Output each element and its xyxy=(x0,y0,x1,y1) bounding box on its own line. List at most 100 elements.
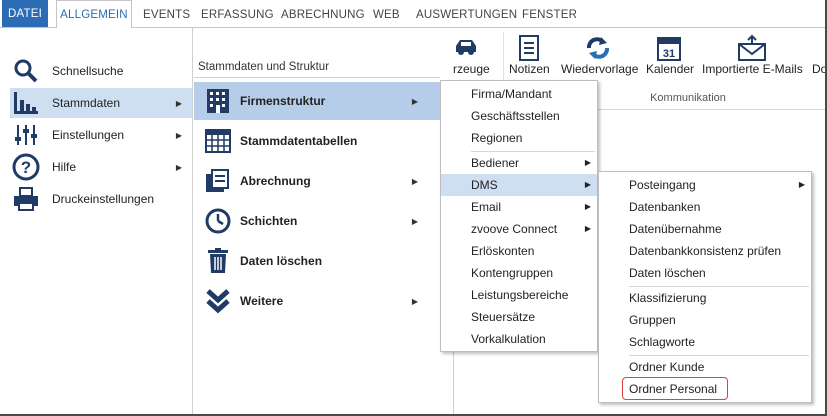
menu-item-regionen[interactable]: Regionen xyxy=(441,127,597,149)
chevron-right-icon: ▶ xyxy=(175,130,182,140)
sliders-icon xyxy=(10,121,42,149)
menu-item-schlagworte[interactable]: Schlagworte xyxy=(599,331,811,353)
sub-abrechnung[interactable]: Abrechnung ▶ xyxy=(194,162,440,200)
section-header: Stammdaten und Struktur xyxy=(194,56,440,78)
chevron-right-icon: ▶ xyxy=(175,162,182,172)
building-icon xyxy=(198,84,238,118)
chevron-right-icon: ▶ xyxy=(411,96,418,106)
sub-firmenstruktur[interactable]: Firmenstruktur ▶ xyxy=(194,82,440,120)
chevron-right-icon: ▶ xyxy=(798,180,805,189)
menu-label: DMS xyxy=(471,178,498,192)
group-kommunikation-label: Kommunikation xyxy=(650,92,726,104)
nav-schnellsuche[interactable]: Schnellsuche xyxy=(10,56,192,86)
sub-daten-loeschen[interactable]: Daten löschen xyxy=(194,242,440,280)
sub-label: Schichten xyxy=(240,214,298,228)
nav-label: Einstellungen xyxy=(52,128,125,142)
sub-label: Weitere xyxy=(240,294,284,308)
nav-stammdaten[interactable]: Stammdaten ▶ xyxy=(10,88,192,118)
notes-icon xyxy=(516,34,542,65)
highlight-annotation xyxy=(622,377,728,400)
nav-label: Druckeinstellungen xyxy=(52,192,155,206)
sub-weitere[interactable]: Weitere ▶ xyxy=(194,282,440,320)
menu-item-dms[interactable]: DMS ▶ xyxy=(441,174,597,196)
backstage-nav: Schnellsuche Stammdaten ▶ Einstellungen … xyxy=(0,28,193,416)
menu-item-datenbankkonsistenz[interactable]: Datenbankkonsistenz prüfen xyxy=(599,240,811,262)
sub-label: Stammdatentabellen xyxy=(240,134,358,148)
tab-auswertungen[interactable]: AUSWERTUNGEN xyxy=(416,0,517,28)
menu-item-daten-loeschen[interactable]: Daten löschen xyxy=(599,262,811,284)
magnifier-icon xyxy=(10,57,42,85)
tab-abrechnung[interactable]: ABRECHNUNG xyxy=(281,0,365,28)
menu-item-posteingang[interactable]: Posteingang ▶ xyxy=(599,174,811,196)
ribbon-tab-bar: DATEI ALLGEMEIN EVENTS ERFASSUNG ABRECHN… xyxy=(0,0,827,29)
tab-erfassung[interactable]: ERFASSUNG xyxy=(201,0,274,28)
nav-label: Stammdaten xyxy=(52,96,121,110)
trash-icon xyxy=(198,244,238,278)
menu-item-klassifizierung[interactable]: Klassifizierung xyxy=(599,287,811,309)
calendar-icon: 31 xyxy=(656,34,682,65)
menu-item-steuersaetze[interactable]: Steuersätze xyxy=(441,306,597,328)
dms-menu: Posteingang ▶ Datenbanken Datenübernahme … xyxy=(598,171,812,403)
tab-allgemein[interactable]: ALLGEMEIN xyxy=(56,0,132,29)
sub-label: Abrechnung xyxy=(240,174,311,188)
svg-text:31: 31 xyxy=(663,48,675,60)
menu-item-kontengruppen[interactable]: Kontengruppen xyxy=(441,262,597,284)
menu-item-datenbanken[interactable]: Datenbanken xyxy=(599,196,811,218)
nav-hilfe[interactable]: ? Hilfe ▶ xyxy=(10,152,192,182)
chevron-right-icon: ▶ xyxy=(584,202,591,211)
notizen-button[interactable]: Notizen xyxy=(509,62,550,76)
svg-text:?: ? xyxy=(21,158,31,177)
chevron-right-icon: ▶ xyxy=(175,98,182,108)
importierte-emails-button[interactable]: Importierte E-Mails xyxy=(702,62,803,76)
menu-item-vorkalkulation[interactable]: Vorkalkulation xyxy=(441,328,597,350)
menu-item-firma-mandant[interactable]: Firma/Mandant xyxy=(441,83,597,105)
tab-fenster[interactable]: FENSTER xyxy=(522,0,577,28)
chevron-right-icon: ▶ xyxy=(584,180,591,189)
chevron-right-icon: ▶ xyxy=(584,224,591,233)
fahrzeuge-button[interactable]: rzeuge xyxy=(453,62,490,76)
chevrons-down-icon xyxy=(198,284,238,318)
backstage-panel: Schnellsuche Stammdaten ▶ Einstellungen … xyxy=(0,28,440,416)
menu-label: Email xyxy=(471,200,502,214)
chevron-right-icon: ▶ xyxy=(411,176,418,186)
tab-events[interactable]: EVENTS xyxy=(143,0,190,28)
menu-item-geschaeftsstellen[interactable]: Geschäftsstellen xyxy=(441,105,597,127)
wiedervorlage-button[interactable]: Wiedervorlage xyxy=(561,62,638,76)
nav-einstellungen[interactable]: Einstellungen ▶ xyxy=(10,120,192,150)
chevron-right-icon: ▶ xyxy=(411,216,418,226)
menu-item-zvoove-connect[interactable]: zvoove Connect ▶ xyxy=(441,218,597,240)
stammdaten-panel: Stammdaten und Struktur Firmenstruktur ▶… xyxy=(194,28,440,416)
mail-icon xyxy=(737,34,767,65)
printer-icon xyxy=(10,185,42,213)
invoice-icon xyxy=(198,164,238,198)
nav-druckeinstellungen[interactable]: Druckeinstellungen xyxy=(10,184,192,214)
menu-item-email[interactable]: Email ▶ xyxy=(441,196,597,218)
kalender-button[interactable]: Kalender xyxy=(646,62,694,76)
resubmission-icon xyxy=(583,34,613,65)
chevron-right-icon: ▶ xyxy=(411,296,418,306)
menu-item-leistungsbereiche[interactable]: Leistungsbereiche xyxy=(441,284,597,306)
sub-label: Daten löschen xyxy=(240,254,323,268)
sub-label: Firmenstruktur xyxy=(240,94,326,108)
nav-label: Schnellsuche xyxy=(52,64,124,78)
tab-datei[interactable]: DATEI xyxy=(2,0,48,27)
bar-chart-icon xyxy=(10,89,42,117)
tab-web[interactable]: WEB xyxy=(373,0,400,28)
sub-schichten[interactable]: Schichten ▶ xyxy=(194,202,440,240)
help-icon: ? xyxy=(10,153,42,181)
clock-icon xyxy=(198,204,238,238)
menu-item-bediener[interactable]: Bediener ▶ xyxy=(441,152,597,174)
menu-item-erloeskonten[interactable]: Erlöskonten xyxy=(441,240,597,262)
car-icon xyxy=(452,34,480,61)
sub-stammdatentabellen[interactable]: Stammdatentabellen xyxy=(194,122,440,160)
menu-item-datenuebernahme[interactable]: Datenübernahme xyxy=(599,218,811,240)
menu-label: Posteingang xyxy=(629,178,696,192)
table-icon xyxy=(198,124,238,158)
menu-item-ordner-kunde[interactable]: Ordner Kunde xyxy=(599,356,811,378)
firmenstruktur-menu: Firma/Mandant Geschäftsstellen Regionen … xyxy=(440,80,598,352)
menu-item-gruppen[interactable]: Gruppen xyxy=(599,309,811,331)
menu-label: zvoove Connect xyxy=(471,222,558,236)
chevron-right-icon: ▶ xyxy=(584,158,591,167)
menu-label: Bediener xyxy=(471,156,520,170)
nav-label: Hilfe xyxy=(52,160,77,174)
